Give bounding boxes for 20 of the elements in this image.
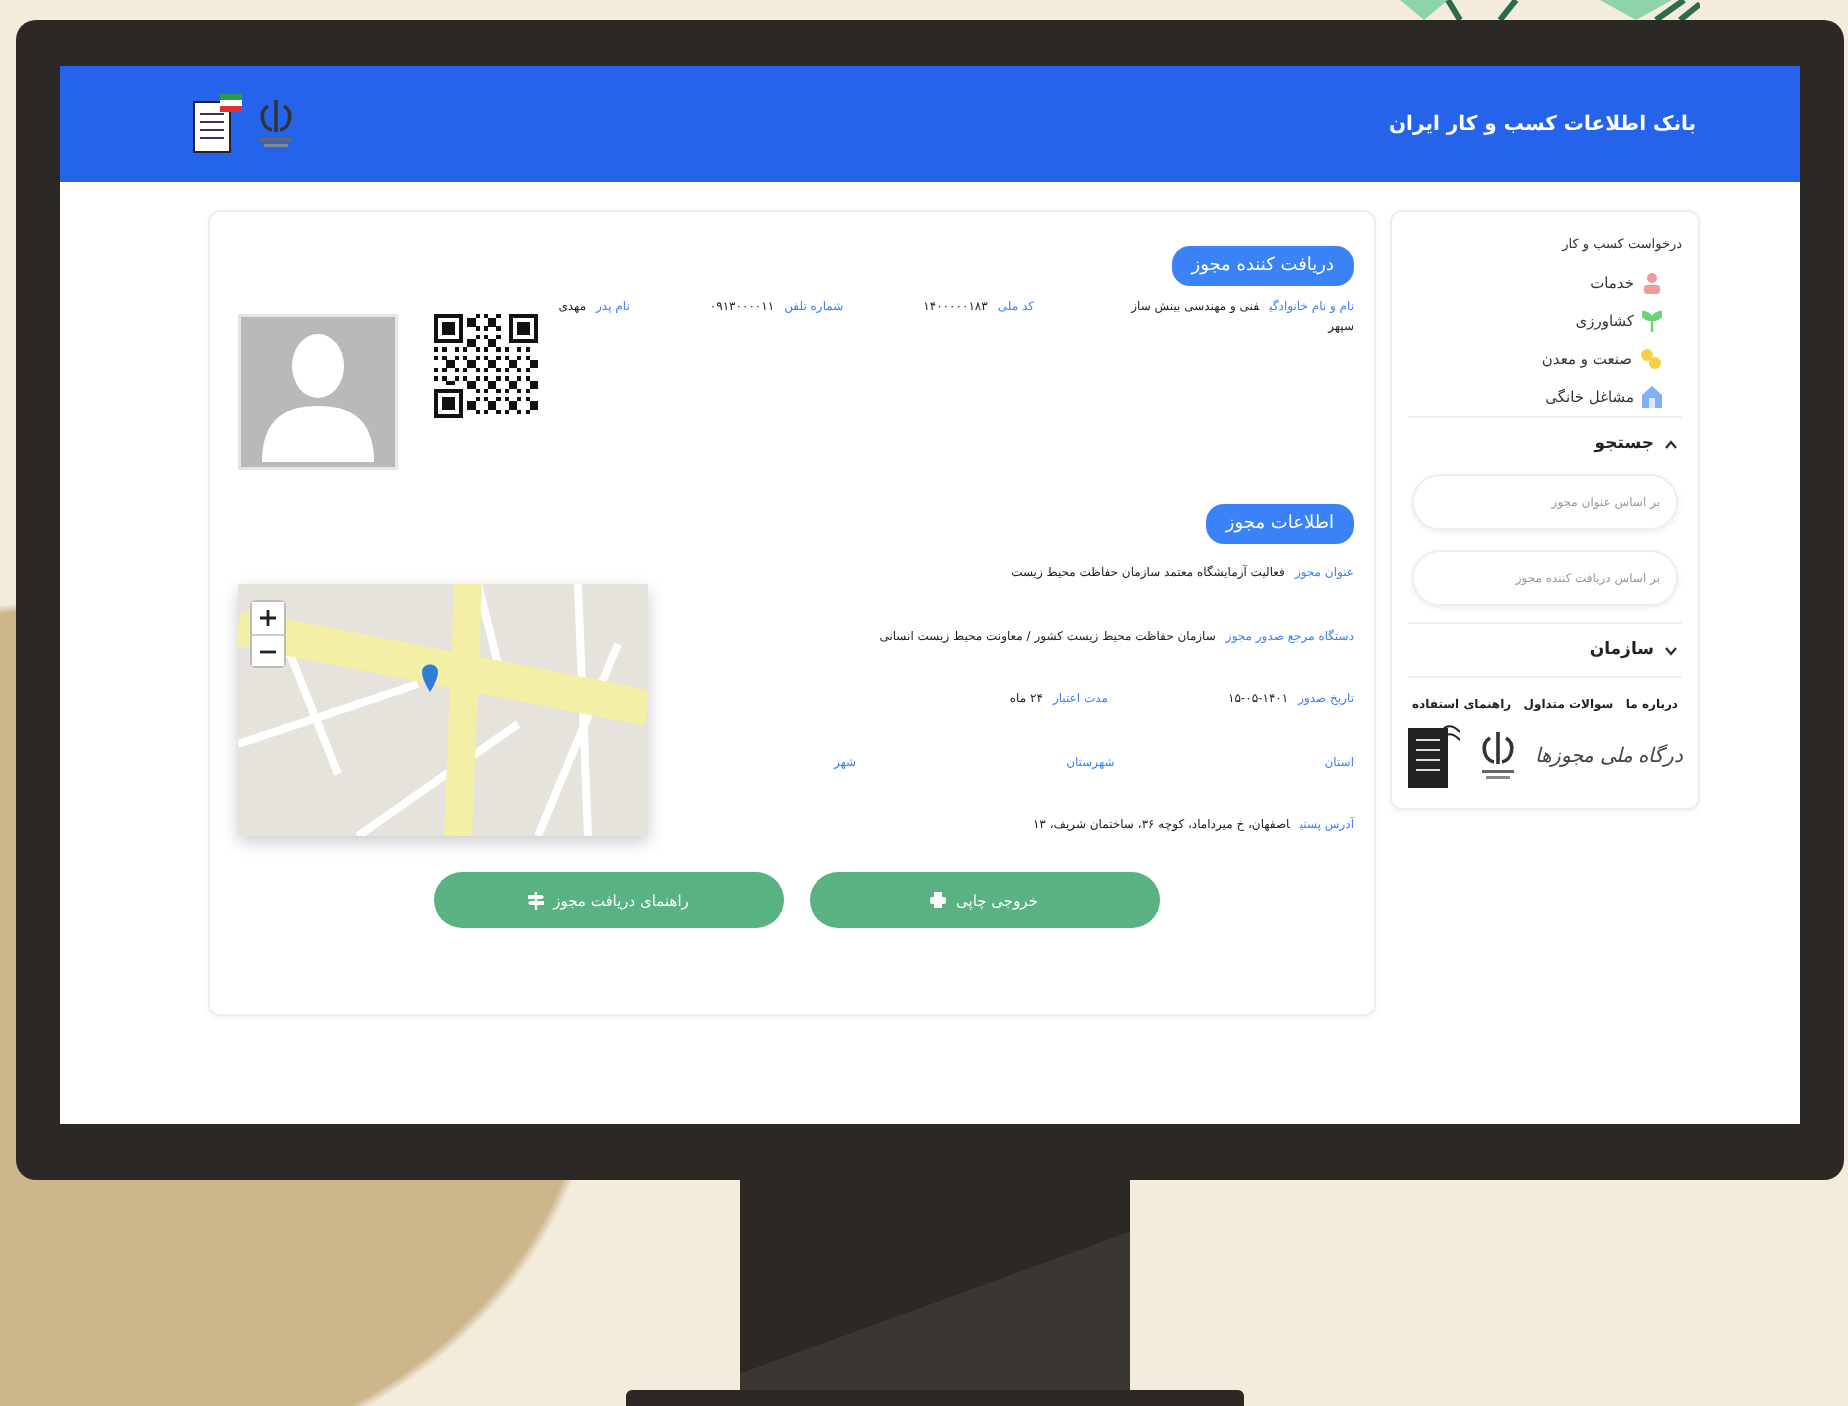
book-logo-icon [1408,724,1461,788]
signpost-icon [527,891,544,909]
plus-icon [260,610,276,626]
zoom-out-button[interactable] [252,634,284,666]
qr-code-icon [434,314,538,418]
chevron-icon [1664,439,1678,449]
site-title: بانک اطلاعات کسب و کار ایران [1389,113,1696,135]
section-toggle[interactable]: سازمان [1589,640,1678,660]
person-icon [1642,272,1662,294]
minus-icon [260,649,276,653]
section-heading: اطلاعات مجوز [1205,504,1354,544]
portal-logo-text: درگاه ملی مجوزها [1535,744,1682,768]
emblem-icon [1477,730,1518,782]
emblem-icon [256,98,296,150]
sprout-icon [1642,310,1662,332]
section-heading: دریافت کننده مجوز [1171,246,1354,286]
house-icon [1642,386,1662,408]
flag-logo-icon [192,94,244,154]
section-toggle[interactable]: جستجو [1594,434,1678,454]
chevron-icon [1664,645,1678,655]
